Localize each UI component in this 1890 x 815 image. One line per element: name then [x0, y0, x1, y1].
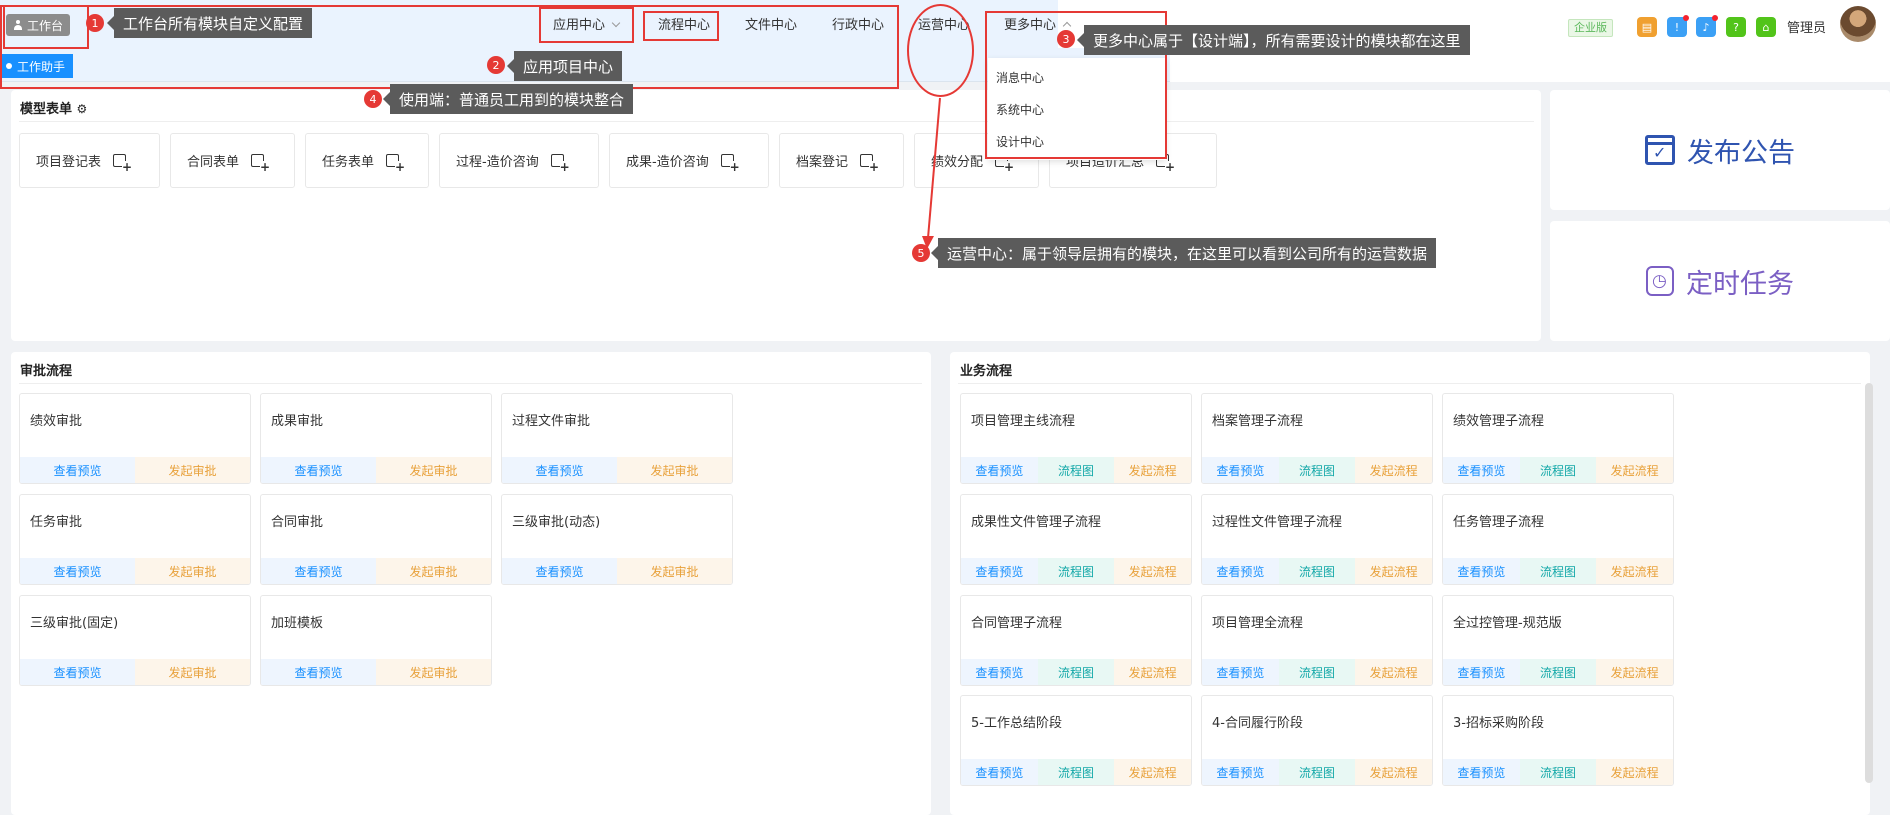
annotation-number-2: 2: [487, 56, 505, 74]
annotation-number-3: 3: [1057, 30, 1075, 48]
annotation-number-1: 1: [86, 14, 104, 32]
annotation-tip-3: 更多中心属于【设计端】，所有需要设计的模块都在这里: [1077, 25, 1470, 55]
annotation-tip-4: 使用端：普通员工用到的模块整合: [382, 84, 634, 114]
annotation-arrow: [922, 97, 941, 249]
annotation-number-5: 5: [912, 244, 930, 262]
annotation-tip-1: 工作台所有模块自定义配置: [106, 8, 313, 38]
annotation-arrow-line: [927, 97, 941, 239]
annotation-tip-5: 运营中心：属于领导层拥有的模块，在这里可以看到公司所有的运营数据: [930, 238, 1437, 268]
annotation-number-4: 4: [364, 90, 382, 108]
annotation-tip-2: 应用项目中心: [506, 51, 623, 81]
